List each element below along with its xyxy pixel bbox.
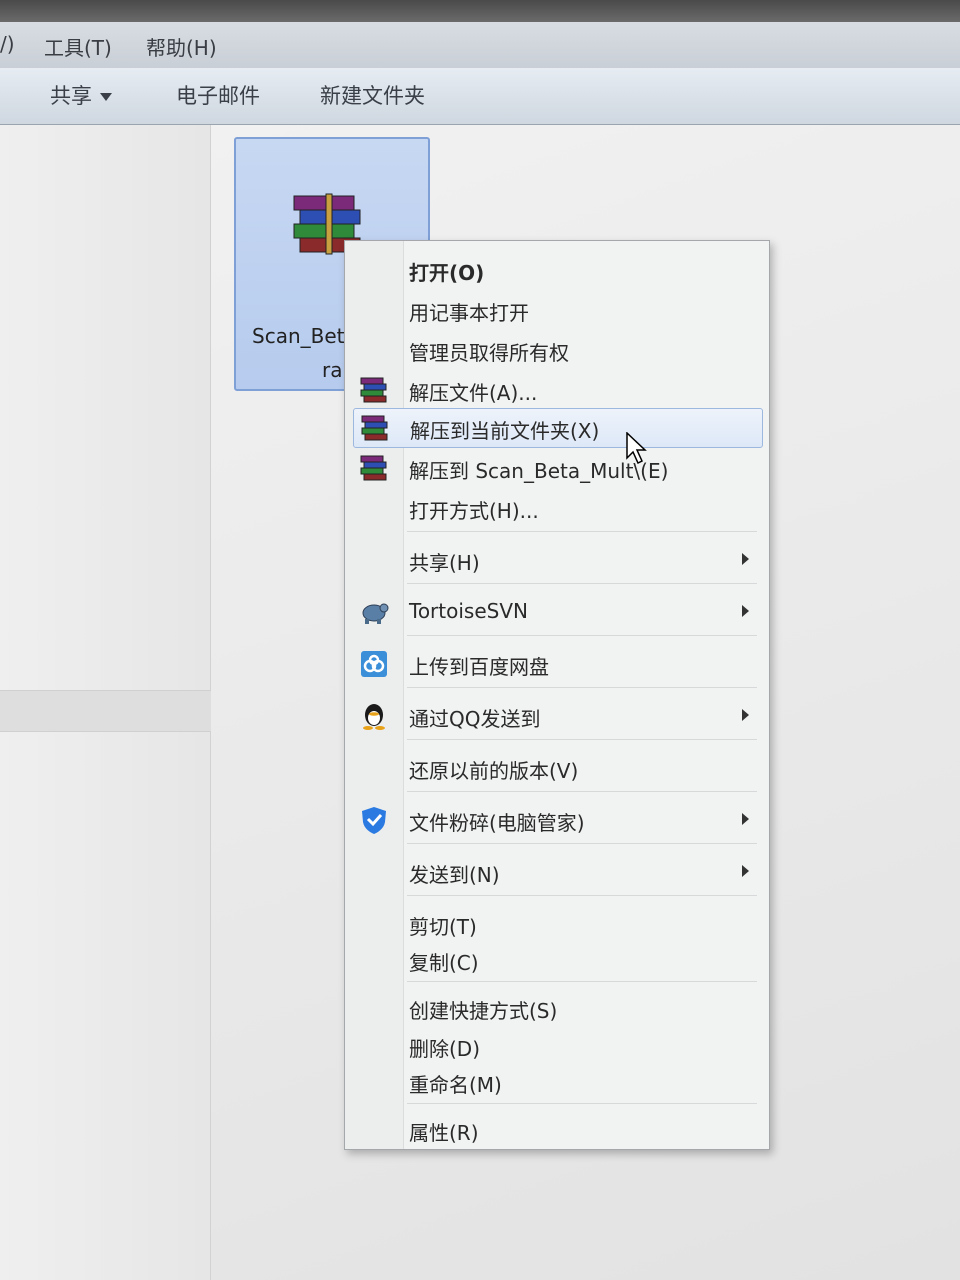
menu-item-label: 用记事本打开 <box>409 301 529 325</box>
dropdown-caret-icon <box>100 93 112 101</box>
baidu-netdisk-icon <box>361 651 387 677</box>
mouse-pointer-icon <box>626 432 647 465</box>
file-name-line2[interactable]: ra <box>322 358 342 382</box>
menu-item-copy[interactable]: 复制(C) <box>345 941 769 979</box>
submenu-arrow-icon <box>742 553 749 565</box>
menu-item-open-with[interactable]: 打开方式(H)... <box>345 489 769 527</box>
qq-penguin-icon <box>363 704 385 730</box>
navigation-pane[interactable] <box>0 125 230 1280</box>
winrar-icon <box>360 455 387 481</box>
menu-item-label: 创建快捷方式(S) <box>409 999 558 1023</box>
menu-separator <box>407 687 757 688</box>
menu-separator <box>407 791 757 792</box>
menu-separator <box>407 635 757 636</box>
menu-item-label: 管理员取得所有权 <box>409 341 569 365</box>
menu-separator <box>407 739 757 740</box>
menu-separator <box>407 583 757 584</box>
menu-item-label: 复制(C) <box>409 951 479 975</box>
menu-item-label: 还原以前的版本(V) <box>409 759 579 783</box>
menu-item-delete[interactable]: 删除(D) <box>345 1027 769 1065</box>
menu-item-label: 发送到(N) <box>409 863 500 887</box>
navigation-pane-divider <box>0 690 230 732</box>
submenu-arrow-icon <box>742 865 749 877</box>
winrar-icon <box>361 415 388 441</box>
menu-item-label: 共享(H) <box>409 551 480 575</box>
menu-item-label: 打开(O) <box>409 261 485 285</box>
menu-separator <box>407 981 757 982</box>
tencent-pc-manager-shield-icon <box>362 807 386 834</box>
menu-separator <box>407 1103 757 1104</box>
menu-item-cut[interactable]: 剪切(T) <box>345 905 769 943</box>
menu-item-restore-previous-versions[interactable]: 还原以前的版本(V) <box>345 749 769 787</box>
tortoisesvn-icon <box>362 603 389 624</box>
menu-item-extract-files[interactable]: 解压文件(A)... <box>345 371 769 409</box>
context-menu: 打开(O) 用记事本打开 管理员取得所有权 解压文件(A)... 解压到当前文件… <box>344 240 770 1150</box>
menu-item-label: 文件粉碎(电脑管家) <box>409 811 585 835</box>
menu-item-send-via-qq[interactable]: 通过QQ发送到 <box>345 697 769 735</box>
window-top-edge <box>0 0 960 22</box>
menu-item-label: 解压到当前文件夹(X) <box>410 419 600 443</box>
menu-item-label: 通过QQ发送到 <box>409 707 541 731</box>
menu-item-tools[interactable]: 工具(T) <box>44 32 112 61</box>
menu-item-take-ownership[interactable]: 管理员取得所有权 <box>345 331 769 369</box>
menu-item-help[interactable]: 帮助(H) <box>146 32 217 61</box>
menu-item-share[interactable]: 共享(H) <box>345 541 769 579</box>
menu-item-label: 上传到百度网盘 <box>409 655 549 679</box>
submenu-arrow-icon <box>742 709 749 721</box>
menu-item-label: 属性(R) <box>409 1121 479 1145</box>
menu-item-partial[interactable]: /) <box>0 32 15 56</box>
submenu-arrow-icon <box>742 605 749 617</box>
menu-separator <box>407 843 757 844</box>
new-folder-button[interactable]: 新建文件夹 <box>320 80 425 110</box>
menu-item-open-with-notepad[interactable]: 用记事本打开 <box>345 291 769 329</box>
menu-item-extract-here[interactable]: 解压到当前文件夹(X) <box>353 408 763 448</box>
menu-item-label: TortoiseSVN <box>409 599 528 623</box>
menu-item-label: 删除(D) <box>409 1037 481 1061</box>
menu-bar: /) 工具(T) 帮助(H) <box>0 22 960 69</box>
menu-item-rename[interactable]: 重命名(M) <box>345 1063 769 1101</box>
menu-item-create-shortcut[interactable]: 创建快捷方式(S) <box>345 989 769 1027</box>
submenu-arrow-icon <box>742 813 749 825</box>
menu-separator <box>407 531 757 532</box>
menu-item-label: 解压文件(A)... <box>409 381 538 405</box>
menu-item-send-to[interactable]: 发送到(N) <box>345 853 769 891</box>
menu-item-file-shredder[interactable]: 文件粉碎(电脑管家) <box>345 801 769 839</box>
share-button[interactable]: 共享 <box>50 80 112 110</box>
menu-item-label: 剪切(T) <box>409 915 477 939</box>
menu-item-extract-to-folder[interactable]: 解压到 Scan_Beta_Mult\(E) <box>345 449 769 487</box>
share-label: 共享 <box>50 84 92 108</box>
email-button[interactable]: 电子邮件 <box>176 80 260 110</box>
command-toolbar: 共享 电子邮件 新建文件夹 <box>0 68 960 125</box>
menu-item-label: 重命名(M) <box>409 1073 502 1097</box>
menu-item-label: 打开方式(H)... <box>409 499 539 523</box>
menu-separator <box>407 895 757 896</box>
winrar-icon <box>360 377 387 403</box>
menu-item-open[interactable]: 打开(O) <box>345 251 769 289</box>
menu-item-upload-baidu[interactable]: 上传到百度网盘 <box>345 645 769 683</box>
file-name-line1[interactable]: Scan_Bet <box>252 324 345 348</box>
menu-item-properties[interactable]: 属性(R) <box>345 1111 769 1149</box>
menu-item-tortoisesvn[interactable]: TortoiseSVN <box>345 593 769 631</box>
